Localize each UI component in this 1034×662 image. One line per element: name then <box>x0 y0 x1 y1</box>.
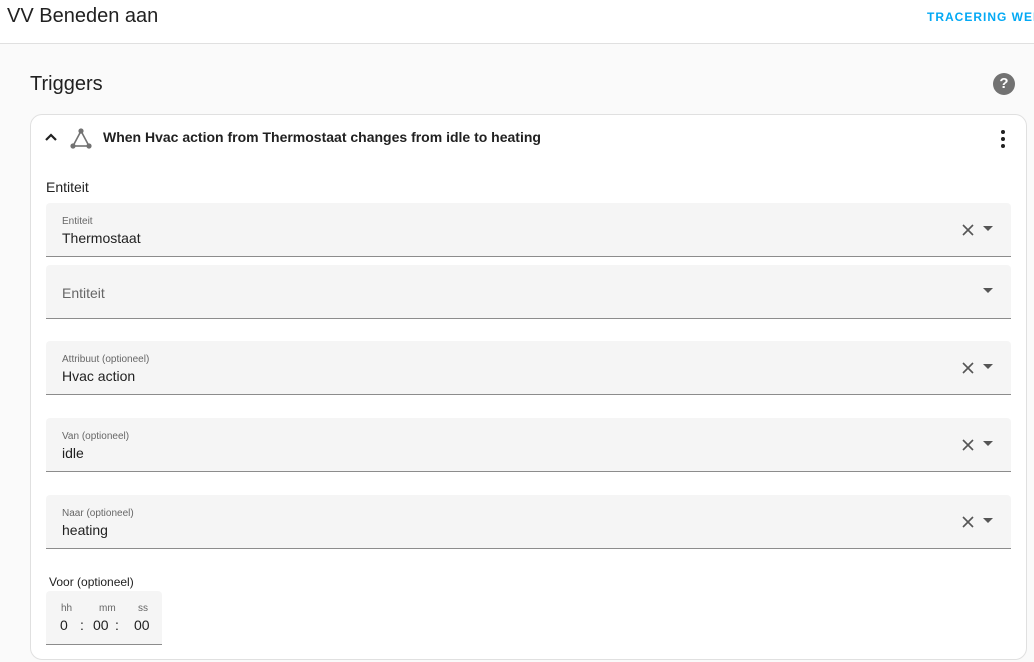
chevron-up-icon[interactable] <box>43 129 59 145</box>
state-trigger-icon <box>70 128 92 149</box>
dropdown-arrow-icon[interactable] <box>982 440 994 448</box>
entity-field-label: Entiteit <box>62 216 93 227</box>
minutes-label: mm <box>99 603 116 614</box>
trigger-card: When Hvac action from Thermostaat change… <box>30 114 1027 660</box>
attribute-field[interactable]: Attribuut (optioneel) Hvac action <box>46 341 1011 395</box>
dropdown-arrow-icon[interactable] <box>982 517 994 525</box>
top-app-bar: VV Beneden aan TRACERING WEER <box>0 0 1034 44</box>
from-field-label: Van (optioneel) <box>62 431 130 442</box>
duration-label: Voor (optioneel) <box>49 575 134 589</box>
attribute-field-label: Attribuut (optioneel) <box>62 354 150 365</box>
time-separator: : <box>80 617 84 633</box>
more-vert-icon[interactable] <box>993 127 1013 151</box>
dropdown-arrow-icon[interactable] <box>982 363 994 371</box>
to-field[interactable]: Naar (optioneel) heating <box>46 495 1011 549</box>
trigger-summary[interactable]: When Hvac action from Thermostaat change… <box>103 129 541 145</box>
clear-icon[interactable] <box>961 223 975 237</box>
hours-label: hh <box>61 603 73 614</box>
section-title: Triggers <box>30 73 103 95</box>
dropdown-arrow-icon[interactable] <box>982 225 994 233</box>
from-field-value: idle <box>62 445 84 461</box>
from-field[interactable]: Van (optioneel) idle <box>46 418 1011 472</box>
add-entity-field[interactable]: Entiteit <box>46 265 1011 319</box>
trace-link[interactable]: TRACERING WEER <box>927 10 1034 24</box>
minutes-input[interactable]: 00 <box>93 617 109 633</box>
to-field-value: heating <box>62 522 108 538</box>
help-circle-icon[interactable]: ? <box>993 73 1015 95</box>
add-entity-placeholder: Entiteit <box>62 285 105 301</box>
clear-icon[interactable] <box>961 515 975 529</box>
clear-icon[interactable] <box>961 438 975 452</box>
clear-icon[interactable] <box>961 361 975 375</box>
to-field-label: Naar (optioneel) <box>62 508 134 519</box>
dropdown-arrow-icon[interactable] <box>982 287 994 295</box>
entity-field[interactable]: Entiteit Thermostaat <box>46 203 1011 257</box>
hours-input[interactable]: 0 <box>60 617 68 633</box>
attribute-field-value: Hvac action <box>62 368 136 384</box>
duration-input: hh mm ss 0 : 00 : 00 <box>46 591 162 645</box>
seconds-input[interactable]: 00 <box>134 617 150 633</box>
time-separator: : <box>115 617 119 633</box>
entity-field-value: Thermostaat <box>62 230 141 246</box>
page-title: VV Beneden aan <box>7 5 159 27</box>
entity-heading: Entiteit <box>46 179 89 195</box>
seconds-label: ss <box>138 603 148 614</box>
